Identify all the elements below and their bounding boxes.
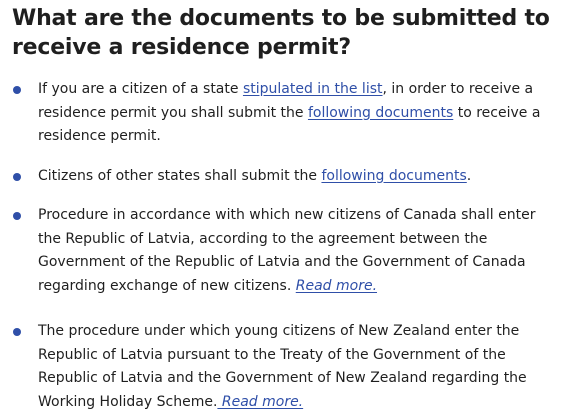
following-documents-link[interactable]: following documents: [308, 105, 453, 121]
bullet-icon: [13, 212, 21, 220]
item-text: .: [466, 167, 472, 184]
list-item-listed-states: If you are a citizen of a state stipulat…: [12, 78, 560, 149]
list-item-other-states: Citizens of other states shall submit th…: [12, 165, 560, 189]
stipulated-list-link[interactable]: stipulated in the list: [243, 81, 383, 97]
content-page: What are the documents to be submitted t…: [0, 0, 570, 416]
documents-list: If you are a citizen of a state stipulat…: [12, 78, 560, 414]
list-item-canada: Procedure in accordance with which new c…: [12, 204, 560, 298]
bullet-icon: [13, 328, 21, 336]
page-title: What are the documents to be submitted t…: [12, 6, 550, 60]
read-more-canada-link[interactable]: Read more.: [296, 278, 377, 294]
list-item-new-zealand: The procedure under which young citizens…: [12, 320, 560, 414]
item-text: If you are a citizen of a state: [38, 81, 243, 97]
bullet-icon: [13, 172, 21, 181]
following-documents-link-other[interactable]: following documents: [321, 168, 466, 184]
item-text: Citizens of other states shall submit th…: [38, 167, 322, 184]
item-text: Procedure in accordance with which new c…: [38, 207, 536, 294]
read-more-new-zealand-link[interactable]: Read more.: [217, 394, 303, 410]
bullet-icon: [13, 86, 21, 94]
